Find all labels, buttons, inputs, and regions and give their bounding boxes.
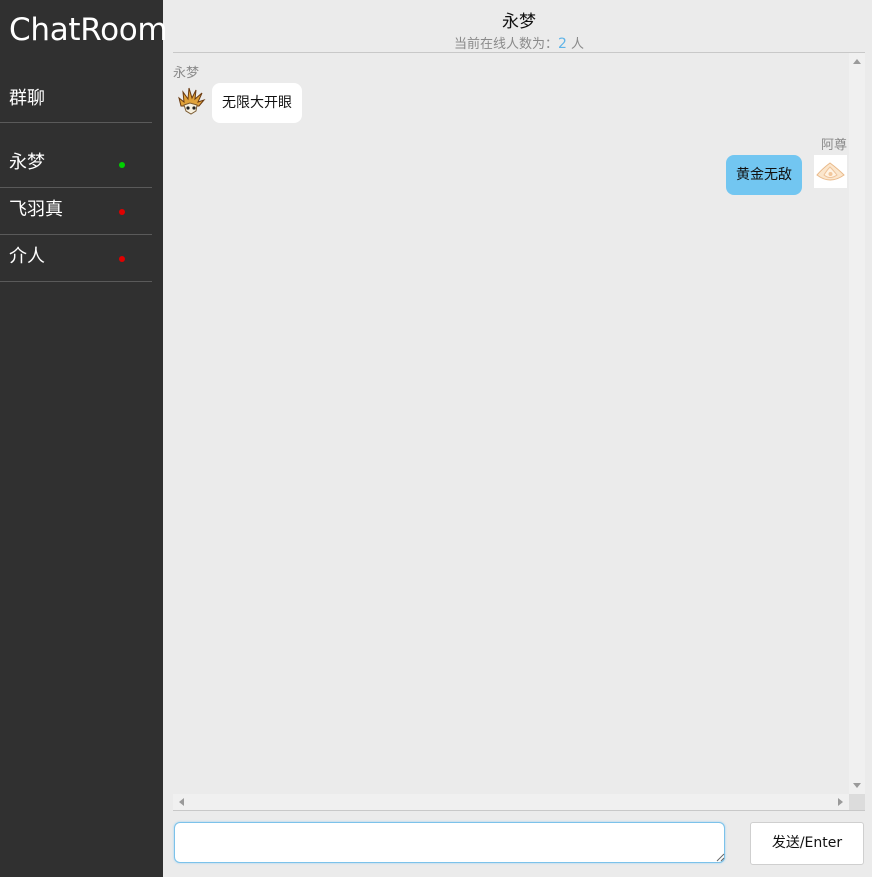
message-item: 永梦 无限大开眼 bbox=[173, 66, 373, 126]
online-status-dot bbox=[119, 162, 125, 168]
message-item: 阿尊 黄金无敌 bbox=[649, 138, 849, 198]
scroll-down-icon[interactable] bbox=[853, 783, 861, 788]
message-sender: 永梦 bbox=[173, 66, 200, 81]
resize-grip-icon[interactable] bbox=[716, 853, 725, 862]
sidebar-item-group-chat[interactable]: 群聊 bbox=[0, 76, 152, 123]
chat-header: 永梦 当前在线人数为：2 人 bbox=[173, 0, 865, 53]
user-name: 介人 bbox=[9, 246, 45, 267]
app-title: ChatRoom bbox=[9, 12, 168, 48]
offline-status-dot bbox=[119, 256, 125, 262]
horizontal-scrollbar[interactable] bbox=[173, 794, 849, 810]
offline-status-dot bbox=[119, 209, 125, 215]
send-button[interactable]: 发送/Enter bbox=[750, 822, 864, 865]
user-list-item[interactable]: 永梦 bbox=[0, 141, 152, 188]
group-chat-label: 群聊 bbox=[9, 88, 45, 109]
online-suffix: 人 bbox=[571, 37, 585, 52]
online-prefix: 当前在线人数为： bbox=[453, 37, 558, 52]
scrollbar-corner bbox=[849, 794, 865, 810]
message-bubble: 无限大开眼 bbox=[212, 83, 302, 123]
message-sender: 阿尊 bbox=[820, 138, 847, 153]
chat-panel: 永梦 当前在线人数为：2 人 永梦 无限大开眼 阿尊 黄金无敌 发送/Enter bbox=[163, 0, 872, 877]
scroll-left-icon[interactable] bbox=[179, 798, 184, 806]
golden-crest-icon bbox=[814, 155, 847, 188]
user-list: 永梦 飞羽真 介人 bbox=[0, 141, 152, 282]
user-list-item[interactable]: 介人 bbox=[0, 235, 152, 282]
divider bbox=[173, 810, 865, 811]
user-name: 飞羽真 bbox=[9, 199, 63, 220]
vertical-scrollbar[interactable] bbox=[849, 53, 865, 794]
online-count-line: 当前在线人数为：2 人 bbox=[173, 36, 865, 53]
sidebar: ChatRoom 群聊 永梦 飞羽真 介人 bbox=[0, 0, 168, 877]
scroll-right-icon[interactable] bbox=[838, 798, 843, 806]
scroll-up-icon[interactable] bbox=[853, 59, 861, 64]
message-input[interactable] bbox=[174, 822, 725, 863]
message-list[interactable]: 永梦 无限大开眼 阿尊 黄金无敌 bbox=[173, 53, 849, 794]
chat-title: 永梦 bbox=[502, 12, 536, 32]
user-name: 永梦 bbox=[9, 152, 45, 173]
online-count: 2 bbox=[557, 36, 567, 52]
spiky-mask-icon bbox=[175, 84, 208, 117]
message-bubble: 黄金无敌 bbox=[726, 155, 802, 195]
user-list-item[interactable]: 飞羽真 bbox=[0, 188, 152, 235]
